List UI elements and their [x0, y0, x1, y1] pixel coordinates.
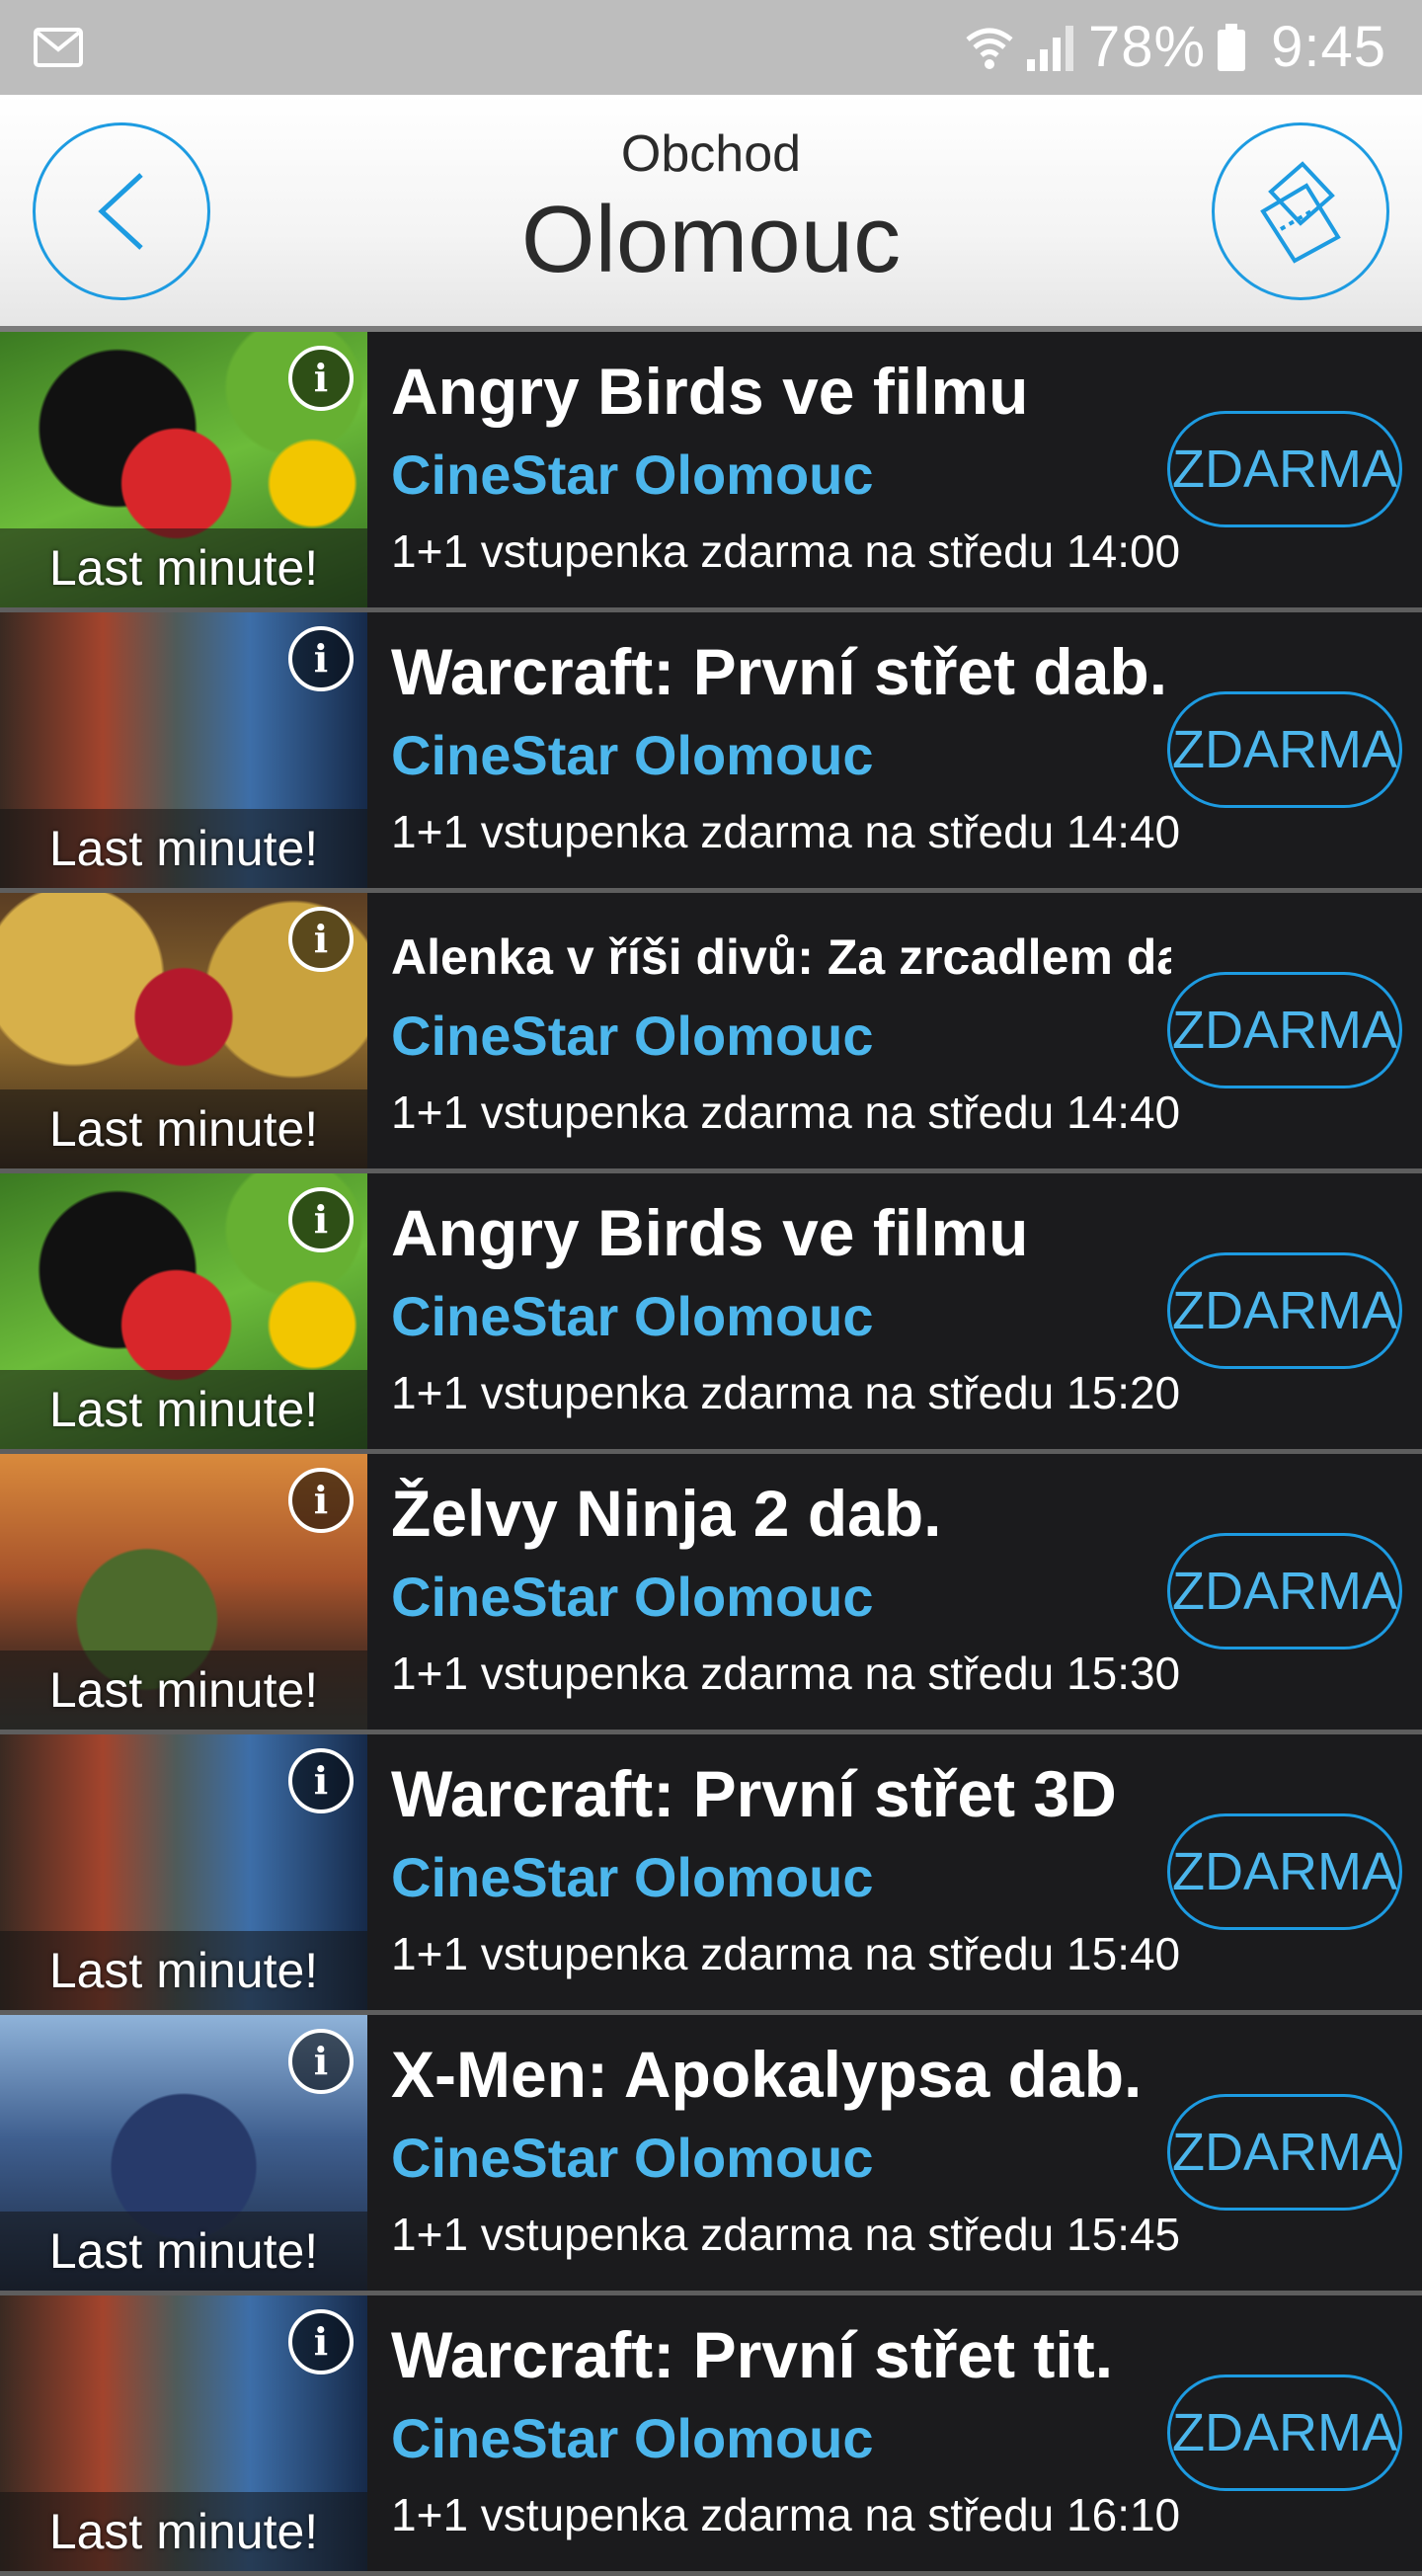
- list-item[interactable]: Last minute! i X-Men: Apokalypsa dab. Ci…: [0, 2015, 1422, 2295]
- last-minute-badge: Last minute!: [48, 1662, 319, 1718]
- info-icon[interactable]: i: [288, 1468, 354, 1533]
- movie-poster[interactable]: Last minute! i: [0, 612, 367, 888]
- offer-description: 1+1 vstupenka zdarma na středu 16:10: [391, 2489, 1181, 2540]
- movie-title: X-Men: Apokalypsa dab.: [391, 2038, 1143, 2111]
- info-icon[interactable]: i: [288, 1748, 354, 1813]
- movie-poster[interactable]: Last minute! i: [0, 893, 367, 1168]
- my-tickets-button[interactable]: [1212, 122, 1389, 300]
- list-item[interactable]: Last minute! i Warcraft: První střet tit…: [0, 2295, 1422, 2576]
- list-item[interactable]: Last minute! i Warcraft: První střet 3D …: [0, 1734, 1422, 2015]
- header-subtitle: Obchod: [620, 125, 802, 183]
- cinema-name: CineStar Olomouc: [391, 1846, 874, 1908]
- cinema-name: CineStar Olomouc: [391, 1566, 874, 1628]
- signal-icon: [1027, 26, 1074, 71]
- mail-notification-icon: [34, 28, 83, 67]
- wifi-icon: [966, 28, 1013, 69]
- cinema-name: CineStar Olomouc: [391, 443, 874, 506]
- offer-description: 1+1 vstupenka zdarma na středu 14:40: [391, 806, 1181, 857]
- offer-description: 1+1 vstupenka zdarma na středu 15:45: [391, 2209, 1181, 2260]
- battery-icon: [1218, 24, 1246, 71]
- list-item[interactable]: Last minute! i Warcraft: První střet dab…: [0, 612, 1422, 893]
- battery-percentage: 78%: [1088, 15, 1207, 79]
- app-header: Obchod Olomouc: [0, 95, 1422, 332]
- cinema-name: CineStar Olomouc: [391, 724, 874, 786]
- cinema-name: CineStar Olomouc: [391, 1285, 874, 1347]
- movie-title: Warcraft: První střet 3D: [391, 1757, 1117, 1830]
- movie-poster[interactable]: Last minute! i: [0, 2015, 367, 2291]
- movie-poster[interactable]: Last minute! i: [0, 1454, 367, 1730]
- price-button[interactable]: ZDARMA: [1167, 411, 1402, 527]
- movie-title: Alenka v říši divů: Za zrcadlem dab.: [391, 929, 1171, 985]
- last-minute-badge: Last minute!: [48, 1101, 319, 1157]
- price-button[interactable]: ZDARMA: [1167, 972, 1402, 1088]
- info-icon[interactable]: i: [288, 2309, 354, 2375]
- info-icon[interactable]: i: [288, 626, 354, 691]
- list-item[interactable]: Last minute! i Angry Birds ve filmu Cine…: [0, 1173, 1422, 1454]
- cinema-name: CineStar Olomouc: [391, 2407, 874, 2469]
- last-minute-badge: Last minute!: [48, 1943, 319, 1998]
- clock: 9:45: [1271, 15, 1386, 79]
- list-item[interactable]: Last minute! i Alenka v říši divů: Za zr…: [0, 893, 1422, 1173]
- list-item[interactable]: Last minute! i Želvy Ninja 2 dab. CineSt…: [0, 1454, 1422, 1734]
- info-icon[interactable]: i: [288, 2029, 354, 2094]
- movie-title: Angry Birds ve filmu: [391, 1196, 1029, 1269]
- list-item[interactable]: Last minute! i Angry Birds ve filmu Cine…: [0, 332, 1422, 612]
- tickets-icon: [1260, 161, 1341, 264]
- movie-poster[interactable]: Last minute! i: [0, 332, 367, 607]
- status-indicators: 78% 9:45: [964, 0, 1386, 95]
- info-icon[interactable]: i: [288, 1187, 354, 1252]
- offer-list: Last minute! i Angry Birds ve filmu Cine…: [0, 332, 1422, 2576]
- offer-description: 1+1 vstupenka zdarma na středu 15:40: [391, 1928, 1181, 1979]
- cinema-name: CineStar Olomouc: [391, 1005, 874, 1067]
- price-button[interactable]: ZDARMA: [1167, 1252, 1402, 1369]
- price-button[interactable]: ZDARMA: [1167, 1533, 1402, 1650]
- offer-description: 1+1 vstupenka zdarma na středu 14:00: [391, 525, 1181, 577]
- movie-poster[interactable]: Last minute! i: [0, 1734, 367, 2010]
- last-minute-badge: Last minute!: [48, 2504, 319, 2559]
- last-minute-badge: Last minute!: [48, 2223, 319, 2279]
- offer-description: 1+1 vstupenka zdarma na středu 15:30: [391, 1648, 1181, 1699]
- price-button[interactable]: ZDARMA: [1167, 691, 1402, 808]
- info-icon[interactable]: i: [288, 907, 354, 972]
- offer-description: 1+1 vstupenka zdarma na středu 14:40: [391, 1087, 1181, 1138]
- offer-description: 1+1 vstupenka zdarma na středu 15:20: [391, 1367, 1181, 1418]
- movie-title: Angry Birds ve filmu: [391, 355, 1029, 428]
- price-button[interactable]: ZDARMA: [1167, 2375, 1402, 2491]
- price-button[interactable]: ZDARMA: [1167, 1813, 1402, 1930]
- movie-title: Želvy Ninja 2 dab.: [391, 1477, 942, 1550]
- last-minute-badge: Last minute!: [48, 821, 319, 876]
- last-minute-badge: Last minute!: [48, 1382, 319, 1437]
- status-bar: 78% 9:45: [0, 0, 1422, 95]
- movie-poster[interactable]: Last minute! i: [0, 1173, 367, 1449]
- movie-title: Warcraft: První střet dab.: [391, 635, 1168, 708]
- page-title: Olomouc: [520, 187, 902, 292]
- movie-title: Warcraft: První střet tit.: [391, 2318, 1114, 2391]
- movie-poster[interactable]: Last minute! i: [0, 2295, 367, 2571]
- price-button[interactable]: ZDARMA: [1167, 2094, 1402, 2211]
- info-icon[interactable]: i: [288, 346, 354, 411]
- last-minute-badge: Last minute!: [48, 540, 319, 596]
- cinema-name: CineStar Olomouc: [391, 2127, 874, 2189]
